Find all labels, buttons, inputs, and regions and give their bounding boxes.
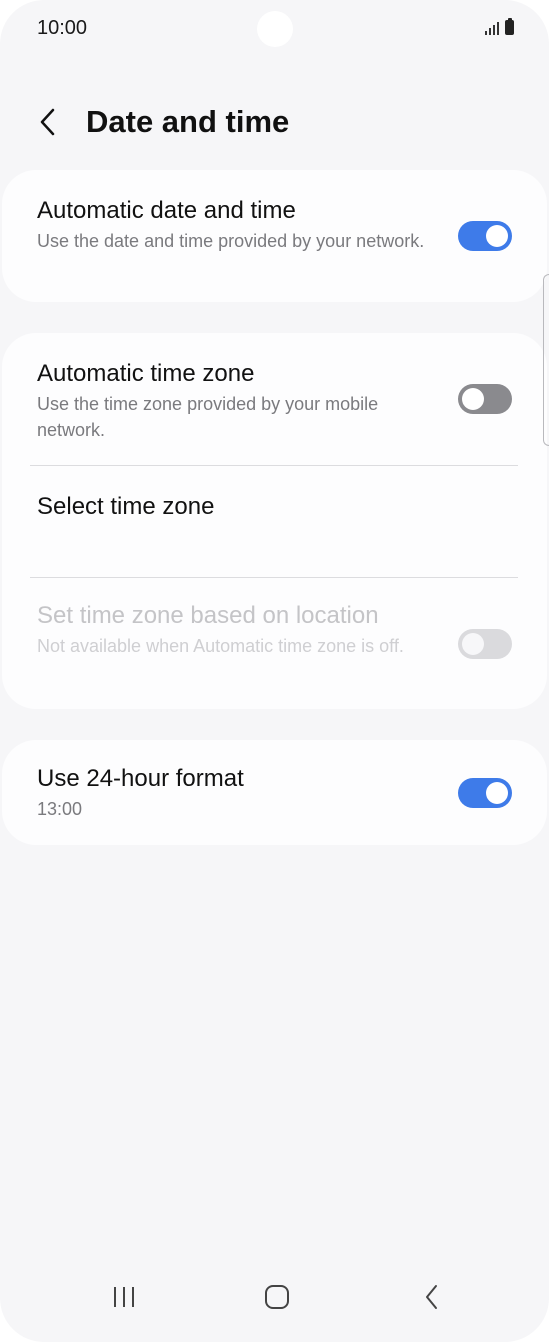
auto-time-zone-row[interactable]: Automatic time zone Use the time zone pr… [2, 333, 547, 440]
chevron-left-icon [40, 108, 55, 136]
home-button[interactable] [247, 1272, 307, 1322]
navigation-bar [0, 1262, 549, 1342]
recent-apps-button[interactable] [94, 1272, 154, 1322]
auto-time-zone-subtitle: Use the time zone provided by your mobil… [37, 394, 379, 440]
app-header: Date and time [0, 96, 549, 148]
back-icon [426, 1285, 437, 1309]
location-time-zone-toggle [458, 629, 512, 659]
auto-date-time-row[interactable]: Automatic date and time Use the date and… [2, 170, 547, 254]
hour-format-toggle[interactable] [458, 778, 512, 808]
battery-icon [505, 18, 514, 35]
phone-screen: 10:00 Date and time Automatic date and t… [0, 0, 549, 1342]
camera-cutout [257, 11, 293, 47]
location-time-zone-title: Set time zone based on location [37, 602, 379, 629]
nav-back-button[interactable] [402, 1272, 462, 1322]
auto-date-time-subtitle: Use the date and time provided by your n… [37, 231, 425, 251]
toggle-knob [462, 388, 484, 410]
hour-format-card: Use 24-hour format 13:00 [2, 740, 547, 845]
hour-format-subtitle: 13:00 [37, 799, 83, 819]
scroll-indicator[interactable] [543, 274, 549, 446]
select-time-zone-title: Select time zone [37, 493, 215, 520]
recent-apps-icon [114, 1287, 134, 1307]
toggle-knob [462, 633, 484, 655]
location-time-zone-subtitle: Not available when Automatic time zone i… [37, 636, 404, 656]
hour-format-row[interactable]: Use 24-hour format 13:00 [2, 740, 547, 822]
status-time: 10:00 [37, 17, 88, 39]
auto-date-time-card: Automatic date and time Use the date and… [2, 170, 547, 302]
toggle-knob [486, 225, 508, 247]
select-time-zone-row[interactable]: Select time zone [2, 466, 512, 576]
status-icons [485, 18, 514, 35]
time-zone-card: Automatic time zone Use the time zone pr… [2, 333, 547, 709]
back-button[interactable] [30, 102, 66, 142]
toggle-knob [486, 782, 508, 804]
home-icon [265, 1285, 289, 1309]
signal-icon [485, 19, 499, 35]
auto-date-time-toggle[interactable] [458, 221, 512, 251]
page-title: Date and time [86, 104, 290, 139]
auto-time-zone-toggle[interactable] [458, 384, 512, 414]
location-time-zone-row: Set time zone based on location Not avai… [2, 578, 547, 659]
